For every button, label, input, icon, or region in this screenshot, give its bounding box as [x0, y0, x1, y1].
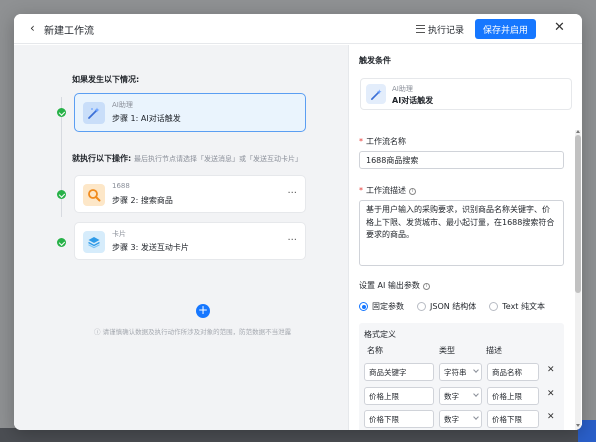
more-icon[interactable]: ··· [287, 188, 297, 199]
param-name-input[interactable]: 商品关键字 [364, 363, 434, 381]
param-type-select[interactable]: 数字 [439, 387, 482, 405]
node-card-send-card[interactable]: 卡片 步骤 3: 发送互动卡片 ··· [74, 222, 306, 260]
chevron-down-icon [473, 367, 479, 373]
name-field-label: * 工作流名称 [359, 137, 406, 146]
node-step-label: 步骤 1: AI对话触发 [112, 114, 181, 123]
status-check-icon [57, 190, 66, 199]
radio-empty-icon [417, 302, 426, 311]
param-type-select[interactable]: 字符串 [439, 363, 482, 381]
workflow-description-textarea[interactable]: 基于用户输入的采购要求，识别商品名称关键字、价格上下限、发货城市、最小起订量，在… [359, 200, 564, 266]
node-step-label: 步骤 2: 搜索商品 [112, 196, 173, 205]
radio-label: 固定参数 [372, 302, 404, 311]
radio-fixed-params[interactable]: 固定参数 [359, 301, 404, 312]
trigger-card: AI助理 AI对话触发 [360, 78, 572, 110]
param-type-value: 数字 [444, 415, 459, 424]
column-header-name: 名称 [367, 346, 383, 355]
status-check-icon [57, 108, 66, 117]
more-icon[interactable]: ··· [287, 235, 297, 246]
param-row: 价格下限 数字 价格下限 ✕ [359, 410, 564, 428]
param-desc-input[interactable]: 价格下限 [487, 410, 539, 428]
trigger-name: AI对话触发 [392, 96, 434, 105]
param-desc-input[interactable]: 商品名称 [487, 363, 539, 381]
card-layers-icon [83, 231, 105, 253]
history-label: 执行记录 [428, 25, 465, 36]
action-hint: 最后执行节点请选择「发送消息」或「发送互动卡片」 [134, 155, 302, 163]
param-desc-input[interactable]: 价格上限 [487, 387, 539, 405]
scroll-down-icon[interactable] [576, 424, 580, 427]
param-type-value: 数字 [444, 392, 459, 401]
node-category: 1688 [112, 182, 130, 190]
radio-json-struct[interactable]: JSON 结构体 [417, 301, 476, 312]
radio-label: JSON 结构体 [430, 302, 477, 311]
format-title: 格式定义 [364, 330, 396, 339]
history-button[interactable]: 执行记录 [416, 21, 464, 37]
format-definition-box: 格式定义 名称 类型 描述 商品关键字 字符串 商品名称 ✕ 价格上限 数字 价… [359, 323, 564, 430]
workflow-canvas: 如果发生以下情况: AI助理 步骤 1: AI对话触发 就执行以下操作: 最后执… [14, 45, 348, 430]
column-header-type: 类型 [439, 346, 455, 355]
node-category: 卡片 [112, 230, 126, 238]
param-type-select[interactable]: 数字 [439, 410, 482, 428]
chevron-down-icon [473, 414, 479, 420]
ai-wand-icon [83, 102, 105, 124]
list-icon [416, 25, 425, 33]
trigger-node-card[interactable]: AI助理 步骤 1: AI对话触发 [74, 93, 306, 132]
param-type-value: 字符串 [444, 368, 467, 377]
chevron-left-icon[interactable]: ‹ [30, 21, 35, 35]
param-row: 价格上限 数字 价格上限 ✕ [359, 387, 564, 405]
trigger-title: 触发条件 [359, 56, 391, 65]
radio-selected-icon [359, 302, 368, 311]
settings-panel: 触发条件 AI助理 AI对话触发 * 工作流名称 1688商品搜索 * 工作流描述 i… [348, 45, 582, 430]
action-label: 就执行以下操作: [72, 154, 132, 163]
node-card-search[interactable]: 1688 步骤 2: 搜索商品 ··· [74, 175, 306, 213]
output-label-text: 设置 AI 输出参数 [359, 281, 420, 290]
info-icon: i [409, 188, 416, 195]
radio-label: Text 纯文本 [502, 302, 545, 311]
close-icon[interactable]: ✕ [554, 20, 565, 36]
data-safety-tip: ⓘ 请谨慎确认数据及执行动作所涉及对象的范围，防范数据不当泄露 [94, 328, 292, 336]
param-name-input[interactable]: 价格下限 [364, 410, 434, 428]
save-enable-button[interactable]: 保存并启用 [475, 19, 536, 39]
background-taskbar [0, 428, 596, 442]
chevron-down-icon [473, 391, 479, 397]
scroll-up-icon[interactable] [576, 130, 580, 133]
column-header-desc: 描述 [486, 346, 502, 355]
delete-row-icon[interactable]: ✕ [547, 365, 555, 375]
param-name-input[interactable]: 价格上限 [364, 387, 434, 405]
param-row: 商品关键字 字符串 商品名称 ✕ [359, 363, 564, 381]
radio-plain-text[interactable]: Text 纯文本 [489, 301, 545, 312]
status-check-icon [57, 238, 66, 247]
desc-field-label: * 工作流描述 i [359, 185, 416, 196]
output-params-label: 设置 AI 输出参数 i [359, 280, 430, 291]
info-icon: i [422, 283, 430, 290]
delete-row-icon[interactable]: ✕ [547, 389, 555, 399]
desc-label-text: 工作流描述 [366, 186, 406, 195]
workflow-modal: ‹ 新建工作流 执行记录 保存并启用 ✕ 如果发生以下情况: AI助理 步骤 1… [14, 14, 582, 430]
panel-scrollbar-thumb[interactable] [575, 135, 581, 293]
node-step-label: 步骤 3: 发送互动卡片 [112, 243, 189, 252]
page-title: 新建工作流 [44, 26, 94, 37]
ai-wand-icon [366, 84, 386, 104]
radio-empty-icon [489, 302, 499, 311]
modal-header: ‹ 新建工作流 执行记录 保存并启用 ✕ [14, 14, 582, 44]
search-magnifier-icon [83, 184, 105, 206]
output-type-radio-group: 固定参数 JSON 结构体 Text 纯文本 [359, 301, 545, 312]
plus-icon[interactable]: + [196, 304, 210, 318]
name-label-text: 工作流名称 [366, 137, 406, 146]
workflow-name-input[interactable]: 1688商品搜索 [359, 151, 564, 169]
condition-label: 如果发生以下情况: [72, 75, 140, 84]
node-category: AI助理 [112, 101, 133, 109]
trigger-category: AI助理 [392, 85, 413, 93]
delete-row-icon[interactable]: ✕ [547, 412, 555, 422]
action-label-row: 就执行以下操作: 最后执行节点请选择「发送消息」或「发送互动卡片」 [72, 153, 302, 164]
